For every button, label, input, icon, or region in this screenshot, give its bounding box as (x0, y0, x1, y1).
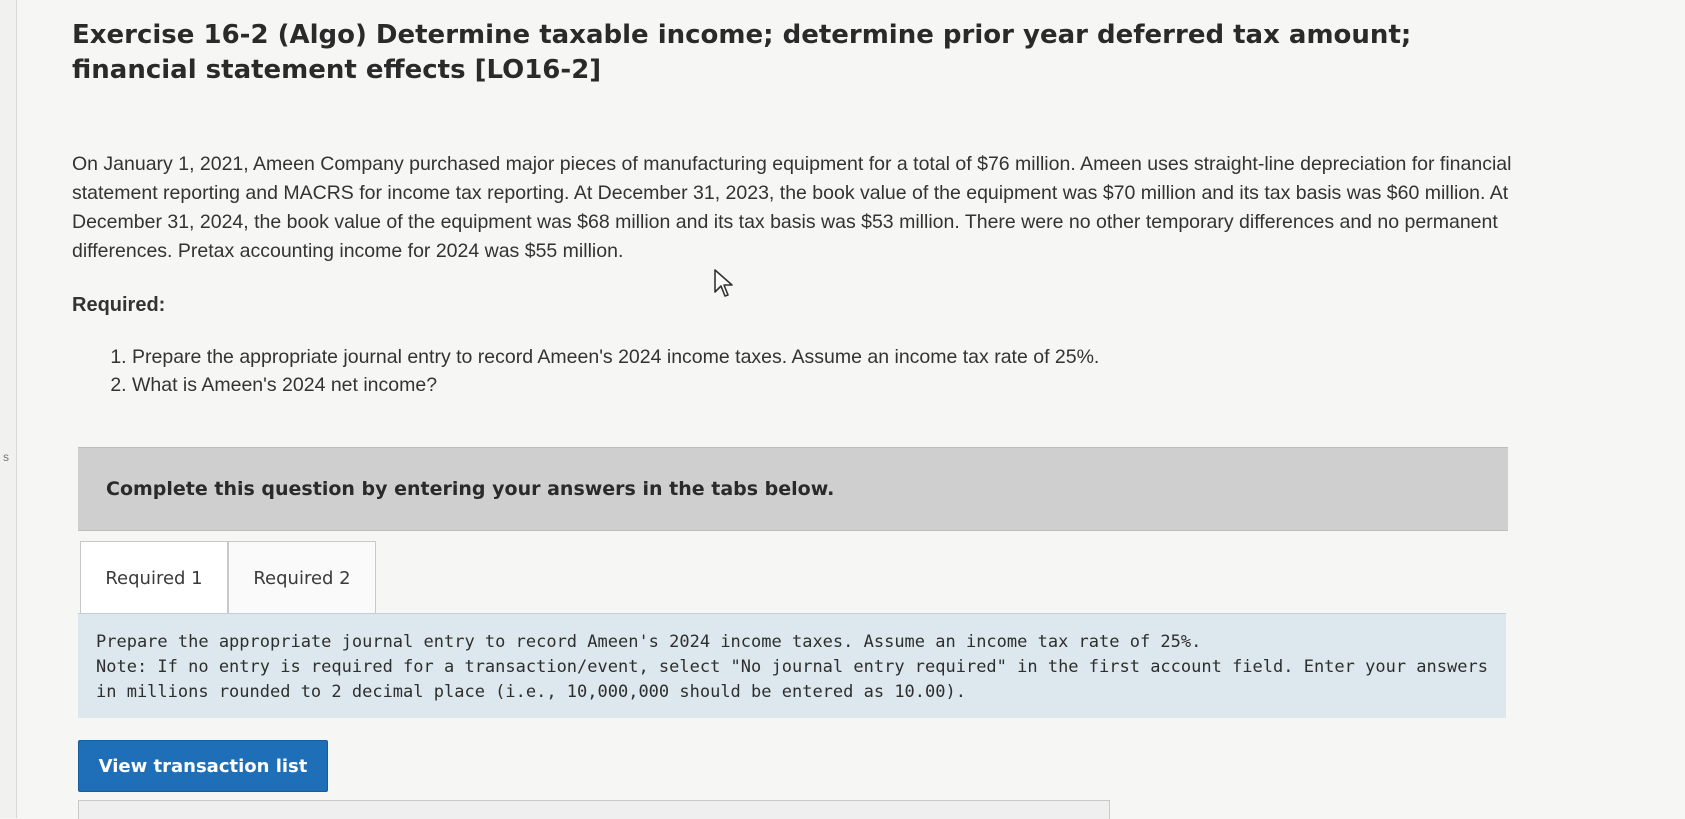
tab-instructions-panel: Prepare the appropriate journal entry to… (78, 613, 1506, 718)
tab-required-1[interactable]: Required 1 (80, 541, 228, 614)
requirements-list: Prepare the appropriate journal entry to… (72, 343, 1612, 399)
view-transaction-list-button[interactable]: View transaction list (78, 740, 328, 792)
required-heading: Required: (72, 294, 166, 316)
instructions-main: Prepare the appropriate journal entry to… (96, 632, 1202, 652)
tabs-instruction-text: Complete this question by entering your … (106, 478, 835, 500)
instructions-note: Note: If no entry is required for a tran… (96, 657, 1488, 702)
tab-required-2[interactable]: Required 2 (228, 541, 376, 614)
journal-entry-area (78, 800, 1110, 819)
tabs-instruction-banner: Complete this question by entering your … (78, 447, 1508, 531)
exercise-title: Exercise 16-2 (Algo) Determine taxable i… (72, 20, 1412, 85)
requirement-item: What is Ameen's 2024 net income? (132, 371, 1612, 399)
mouse-cursor-icon (714, 269, 733, 297)
exercise-content: Exercise 16-2 (Algo) Determine taxable i… (72, 18, 1612, 399)
left-panel-edge: s (0, 0, 17, 818)
edge-mark: s (3, 450, 9, 464)
exercise-description: On January 1, 2021, Ameen Company purcha… (72, 153, 1512, 262)
requirement-item: Prepare the appropriate journal entry to… (132, 343, 1612, 371)
